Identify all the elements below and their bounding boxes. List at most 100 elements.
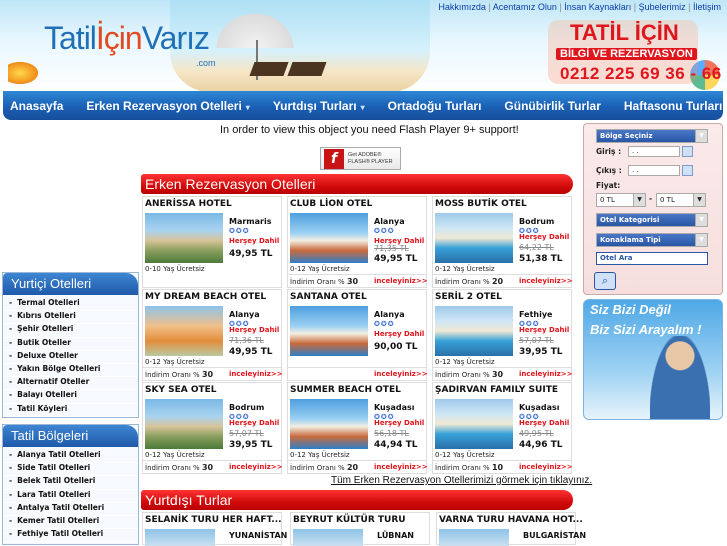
hotel-card[interactable]: ŞADIRVAN FAMILY SUITE Kuşadası ✪✪✪ Herşe… bbox=[432, 382, 573, 474]
site-header: TatilİçinVarız .com Hakkımızda | Acentam… bbox=[0, 0, 727, 92]
link-contact[interactable]: İletişim bbox=[693, 2, 721, 12]
board-type-select[interactable]: Konaklama Tipi ▼ bbox=[596, 233, 708, 247]
chevron-down-icon: ▼ bbox=[633, 194, 645, 206]
all-early-hotels-link[interactable]: Tüm Erken Rezervasyon Otellerimizi görme… bbox=[331, 475, 592, 486]
sidebar-item-city[interactable]: - Şehir Otelleri bbox=[3, 324, 138, 338]
link-hr[interactable]: İnsan Kaynakları bbox=[564, 2, 631, 12]
brand-phone: 0212 225 69 36 - 66 bbox=[560, 64, 722, 83]
link-branches[interactable]: Şubelerimiz bbox=[639, 2, 686, 12]
sunbed-image bbox=[249, 62, 289, 76]
sidebar-item-kemer[interactable]: - Kemer Tatil Otelleri bbox=[3, 516, 138, 530]
nav-middle-east[interactable]: Ortadoğu Turları bbox=[388, 99, 482, 113]
checkin-date-input[interactable]: . . bbox=[628, 146, 680, 157]
details-link[interactable]: inceleyiniz>> bbox=[229, 463, 283, 471]
chevron-down-icon: ▼ bbox=[695, 234, 707, 246]
hotel-photo[interactable] bbox=[435, 213, 513, 263]
sidebar-item-nearby[interactable]: - Yakın Bölge Otelleri bbox=[3, 364, 138, 378]
sidebar-item-thermal[interactable]: - Termal Otelleri bbox=[3, 298, 138, 312]
hotel-photo[interactable] bbox=[435, 399, 513, 449]
star-rating-icon: ✪✪✪ bbox=[374, 320, 395, 328]
link-agency[interactable]: Acentamız Olun bbox=[493, 2, 557, 12]
hotel-photo[interactable] bbox=[290, 213, 368, 263]
sidebar-item-boutique[interactable]: - Butik Oteller bbox=[3, 338, 138, 351]
hotel-card[interactable]: SERİL 2 OTEL Fethiye ✪✪✪ Herşey Dahil 57… bbox=[432, 289, 573, 381]
chevron-down-icon: ▼ bbox=[695, 130, 707, 142]
min-price-select[interactable]: 0 TL ▼ bbox=[596, 193, 646, 207]
search-icon: ⌕ bbox=[601, 274, 609, 287]
tour-card[interactable]: BEYRUT KÜLTÜR TURU LÜBNAN bbox=[290, 512, 430, 546]
hotel-category-select[interactable]: Otel Kategorisi ▼ bbox=[596, 213, 708, 227]
chevron-down-icon: ▼ bbox=[693, 194, 705, 206]
max-price-select[interactable]: 0 TL ▼ bbox=[656, 193, 706, 207]
hotel-card[interactable]: MOSS BUTİK OTEL Bodrum ✪✪✪ Herşey Dahil … bbox=[432, 196, 573, 288]
hotel-photo[interactable] bbox=[145, 306, 223, 356]
brand-title: TATİL İÇİN bbox=[570, 20, 679, 45]
chevron-down-icon: ▾ bbox=[245, 102, 250, 112]
details-link[interactable]: inceleyiniz>> bbox=[519, 463, 573, 471]
hotel-card[interactable]: SKY SEA OTEL Bodrum ✪✪✪ Herşey Dahil 57,… bbox=[142, 382, 283, 474]
nav-abroad-tours[interactable]: Yurtdışı Turları ▾ bbox=[273, 99, 365, 113]
sidebar-item-fethiye[interactable]: - Fethiye Tatil Otelleri bbox=[3, 529, 138, 543]
details-link[interactable]: inceleyiniz>> bbox=[229, 370, 283, 378]
holiday-regions-title: Tatil Bölgeleri bbox=[3, 425, 138, 447]
site-logo[interactable]: TatilİçinVarız bbox=[44, 20, 210, 57]
hotel-photo[interactable] bbox=[290, 399, 368, 449]
sunbed-image bbox=[287, 62, 327, 76]
get-flash-button[interactable]: f Get ADOBE® FLASH® PLAYER bbox=[320, 147, 401, 170]
sidebar-item-alternative[interactable]: - Alternatif Oteller bbox=[3, 377, 138, 391]
tour-photo[interactable] bbox=[145, 529, 215, 546]
search-button[interactable]: ⌕ bbox=[594, 272, 616, 290]
star-rating-icon: ✪✪✪ bbox=[229, 227, 250, 235]
sidebar-item-honeymoon[interactable]: - Balayı Otelleri bbox=[3, 390, 138, 404]
sidebar-item-side[interactable]: - Side Tatil Otelleri bbox=[3, 463, 138, 477]
umbrella-image bbox=[210, 8, 300, 48]
holiday-regions-box: Tatil Bölgeleri - Alanya Tatil Otelleri -… bbox=[2, 424, 139, 545]
hotel-card[interactable]: SANTANA OTEL Alanya ✪✪✪ Herşey Dahil 90,… bbox=[287, 289, 428, 381]
calendar-icon[interactable] bbox=[682, 146, 693, 157]
hotel-card[interactable]: SUMMER BEACH OTEL Kuşadası ✪✪✪ Herşey Da… bbox=[287, 382, 428, 474]
tour-photo[interactable] bbox=[439, 529, 509, 546]
hotel-card[interactable]: CLUB LİON OTEL Alanya ✪✪✪ Herşey Dahil 7… bbox=[287, 196, 428, 288]
details-link[interactable]: inceleyiniz>> bbox=[519, 370, 573, 378]
sidebar-item-holiday-villages[interactable]: - Tatil Köyleri bbox=[3, 404, 138, 417]
sidebar-item-belek[interactable]: - Belek Tatil Otelleri bbox=[3, 476, 138, 490]
tour-card[interactable]: SELANİK TURU HER HAFT... YUNANİSTAN bbox=[142, 512, 287, 546]
hotel-search-input[interactable]: Otel Ara bbox=[596, 252, 708, 265]
chevron-down-icon: ▾ bbox=[360, 102, 365, 112]
fish-decoration bbox=[8, 62, 38, 84]
sidebar-item-cyprus[interactable]: - Kıbrıs Otelleri bbox=[3, 311, 138, 325]
nav-daily-tours[interactable]: Günübirlik Turlar bbox=[504, 99, 600, 113]
nav-home[interactable]: Anasayfa bbox=[10, 99, 63, 113]
tour-card[interactable]: VARNA TURU HAVANA HOT... BULGARİSTAN bbox=[436, 512, 586, 546]
main-nav: Anasayfa Erken Rezervasyon Otelleri ▾ Yur… bbox=[3, 91, 723, 120]
hotel-photo[interactable] bbox=[435, 306, 513, 356]
details-link[interactable]: inceleyiniz>> bbox=[519, 277, 573, 285]
details-link[interactable]: inceleyiniz>> bbox=[374, 370, 428, 378]
nav-weekend-tours[interactable]: Haftasonu Turları bbox=[624, 99, 722, 113]
flash-message: In order to view this object you need Fl… bbox=[220, 124, 519, 136]
callback-ad[interactable]: Siz Bizi Değil Biz Sizi Arayalım ! bbox=[583, 299, 723, 420]
hotel-card[interactable]: MY DREAM BEACH OTEL Alanya ✪✪✪ Herşey Da… bbox=[142, 289, 283, 381]
sidebar-item-antalya[interactable]: - Antalya Tatil Otelleri bbox=[3, 503, 138, 516]
sidebar-item-deluxe[interactable]: - Deluxe Oteller bbox=[3, 351, 138, 364]
region-select[interactable]: Bölge Seçiniz ▼ bbox=[596, 129, 708, 143]
hotel-photo[interactable] bbox=[145, 399, 223, 449]
calendar-icon[interactable] bbox=[682, 165, 693, 176]
hotel-photo[interactable] bbox=[145, 213, 223, 263]
tour-photo[interactable] bbox=[293, 529, 363, 546]
hotel-card[interactable]: ANERİSSA HOTEL Marmaris ✪✪✪ Herşey Dahil… bbox=[142, 196, 282, 288]
hotel-photo[interactable] bbox=[290, 306, 368, 356]
sidebar-item-lara[interactable]: - Lara Tatil Otelleri bbox=[3, 490, 138, 503]
early-booking-title: Erken Rezervasyon Otelleri bbox=[141, 174, 573, 194]
details-link[interactable]: inceleyiniz>> bbox=[374, 277, 428, 285]
flash-icon: f bbox=[324, 148, 344, 169]
star-rating-icon: ✪✪✪ bbox=[374, 227, 395, 235]
nav-early-booking[interactable]: Erken Rezervasyon Otelleri ▾ bbox=[86, 99, 249, 113]
link-about[interactable]: Hakkımızda bbox=[438, 2, 486, 12]
domestic-hotels-box: Yurtiçi Otelleri - Termal Otelleri - Kıbrı… bbox=[2, 272, 139, 418]
sidebar-item-alanya[interactable]: - Alanya Tatil Otelleri bbox=[3, 450, 138, 464]
details-link[interactable]: inceleyiniz>> bbox=[374, 463, 428, 471]
domestic-hotels-title: Yurtiçi Otelleri bbox=[3, 273, 138, 295]
hotel-search-panel: Bölge Seçiniz ▼ Giriş : . . Çıkış : . . F… bbox=[583, 123, 723, 295]
checkout-date-input[interactable]: . . bbox=[628, 165, 680, 176]
